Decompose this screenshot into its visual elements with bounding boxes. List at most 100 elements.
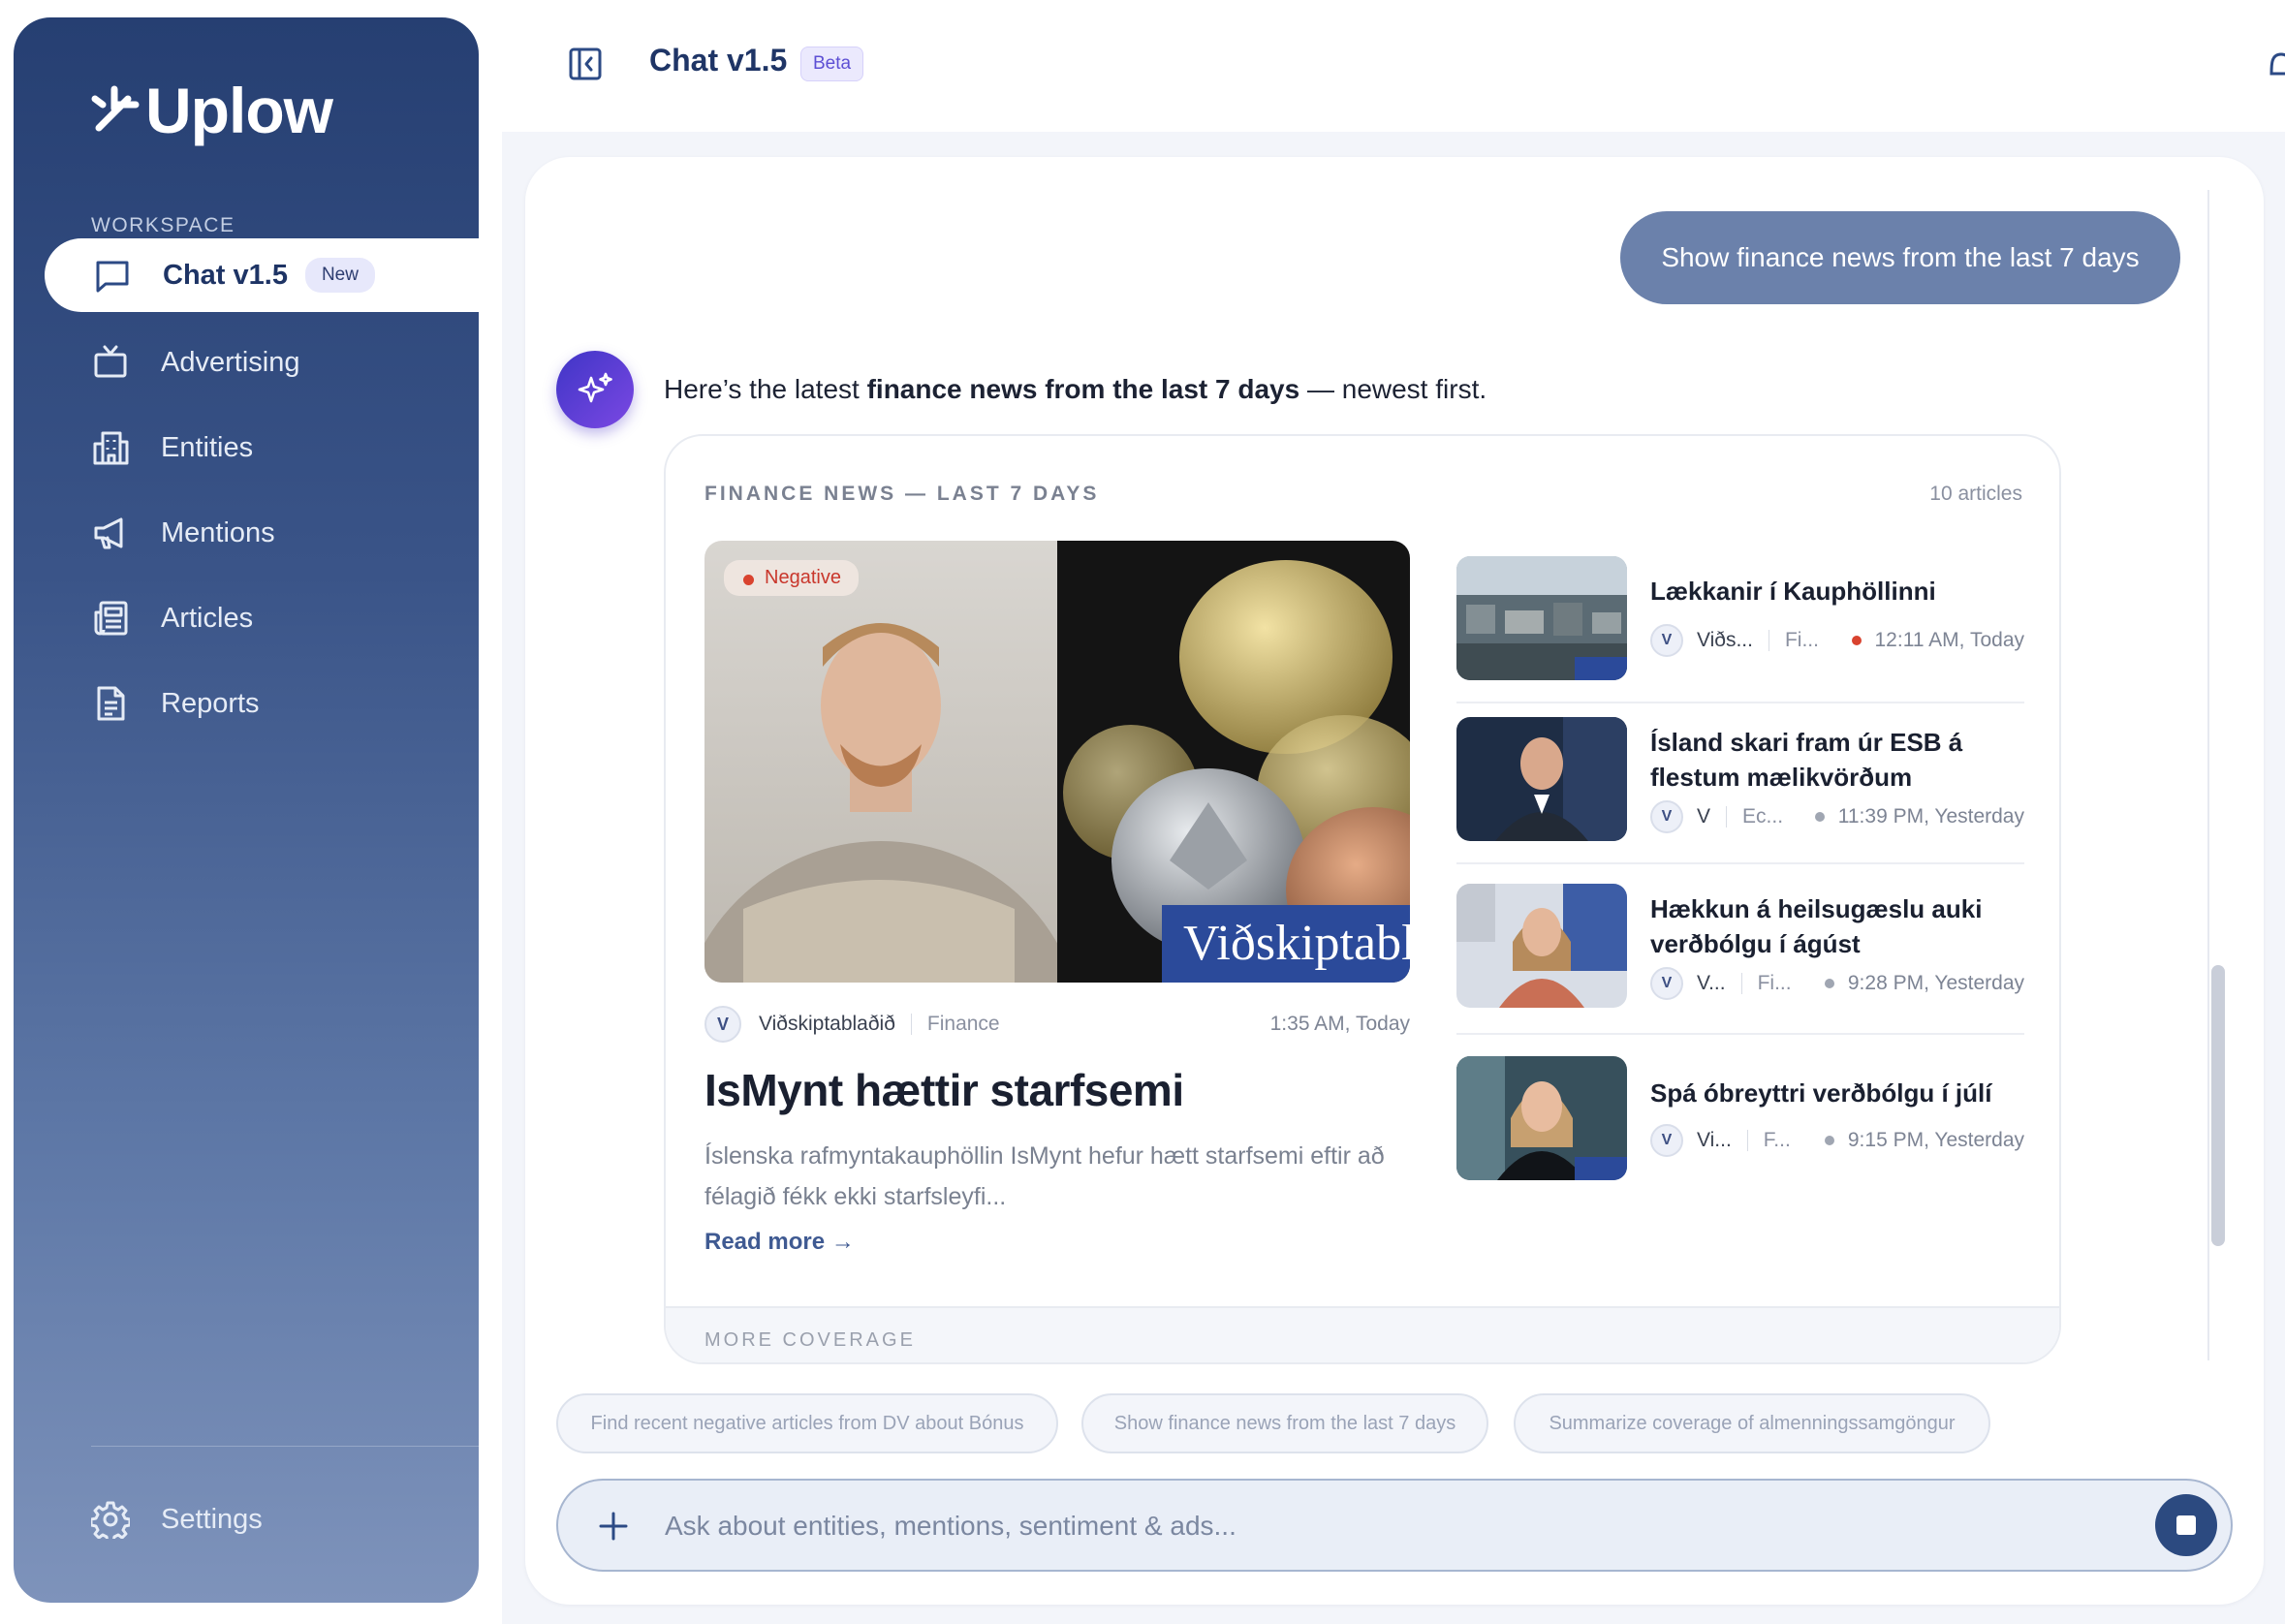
article-meta: V Vi... F... 9:15 PM, Yesterday [1650,1124,2024,1157]
article-thumbnail [1456,556,1627,680]
chat-input[interactable] [665,1500,2070,1552]
status-dot [1814,812,1825,822]
sidebar-item-settings[interactable]: Settings [91,1483,263,1556]
status-dot [1824,1136,1834,1145]
portrait-woman-image [1456,1056,1627,1180]
tv-icon [94,345,127,378]
source-avatar: V [704,1006,741,1043]
ai-message-intro: Here’s the latest [664,374,867,404]
sidebar-item-chat[interactable]: Chat v1.5 New [45,238,479,312]
timestamp: 9:15 PM, Yesterday [1824,1129,2024,1152]
finance-news-card: FINANCE NEWS — LAST 7 DAYS 10 articles N… [664,434,2061,1364]
collapse-sidebar-icon[interactable] [568,47,603,81]
sidebar-item-reports[interactable]: Reports [91,667,260,740]
category: F... [1763,1129,1791,1151]
ai-message: Here’s the latest finance news from the … [664,374,1487,405]
meta-separator [910,1014,912,1035]
list-item[interactable]: Hækkun á heilsugæslu auki verðbólgu í ág… [1456,884,2024,1010]
new-badge: New [304,258,375,293]
sidebar-item-label: Reports [161,687,260,719]
logo-icon [91,85,140,132]
brand-name: Uplow [145,75,333,146]
timestamp-text: 9:15 PM, Yesterday [1847,1129,2024,1151]
sidebar-item-advertising[interactable]: Advertising [91,326,299,399]
source-avatar: V [1650,624,1683,657]
timestamp-text: 12:11 AM, Today [1874,629,2025,651]
article-count: 10 articles [1929,483,2022,505]
meta-separator [1746,1130,1748,1151]
ai-avatar [556,351,634,428]
sidebar-item-label: Articles [161,602,254,634]
portrait-man-image [1456,717,1627,841]
top-header: Chat v1.5 Beta [479,0,2285,132]
sidebar-divider [91,1446,479,1447]
document-icon [97,686,125,721]
gear-icon [91,1501,130,1539]
city-skyline-image [1456,556,1627,680]
timestamp: 12:11 AM, Today [1851,629,2025,652]
suggestion-chip[interactable]: Show finance news from the last 7 days [1081,1393,1488,1453]
page-title: Chat v1.5 [649,43,788,78]
bell-icon[interactable] [2264,45,2285,83]
list-divider [1456,702,2024,703]
sidebar-item-label: Mentions [161,516,275,548]
category: Finance [926,1013,1000,1035]
status-dot [1851,636,1862,645]
category: Fi... [1757,972,1792,994]
timestamp: 1:35 AM, Today [1269,1013,1410,1035]
ai-message-outro: — newest first. [1299,374,1487,404]
sidebar: Uplow WORKSPACE Chat v1.5 New Advertisin… [14,17,479,1603]
beta-badge: Beta [800,47,864,81]
timestamp: 9:28 PM, Yesterday [1824,972,2024,995]
publisher-watermark: Viðskiptablað [1162,905,1410,983]
sidebar-item-mentions[interactable]: Mentions [91,496,275,570]
list-item[interactable]: Spá óbreyttri verðbólgu í júlí V Vi... F… [1456,1056,2024,1182]
category: Ec... [1742,805,1784,828]
read-more-link[interactable]: Read more → [704,1229,855,1256]
list-item[interactable]: Ísland skari fram úr ESB á flestum mælik… [1456,717,2024,843]
stop-icon [2176,1515,2196,1535]
source-avatar: V [1650,800,1683,833]
brand-logo[interactable]: Uplow [89,74,333,147]
source-name: V [1697,805,1711,828]
source-name: V... [1697,972,1726,994]
stop-button[interactable] [2155,1494,2217,1556]
featured-headline[interactable]: IsMynt hættir starfsemi [704,1064,1184,1116]
suggestion-chip[interactable]: Summarize coverage of almenningssamgöngu… [1514,1393,1990,1453]
chat-bubble-icon [96,261,129,293]
list-item[interactable]: Lækkanir í Kauphöllinni V Viðs... Fi... … [1456,556,2024,682]
article-meta: V Viðs... Fi... 12:11 AM, Today [1650,624,2024,657]
sentiment-badge: Negative [724,560,859,596]
scrollbar-thumb[interactable] [2211,965,2225,1246]
article-headline: Hækkun á heilsugæslu auki verðbólgu í ág… [1650,894,1983,958]
sidebar-item-label: Advertising [161,346,300,378]
sidebar-item-entities[interactable]: Entities [91,411,253,484]
timestamp: 11:39 PM, Yesterday [1814,805,2024,828]
article-thumbnail [1456,884,1627,1008]
list-divider [1456,862,2024,864]
suggestion-chip[interactable]: Find recent negative articles from DV ab… [556,1393,1058,1453]
featured-article-meta: V Viðskiptablaðið Finance 1:35 AM, Today [704,1006,1410,1043]
meta-separator [1726,806,1728,828]
settings-label: Settings [161,1503,263,1535]
sidebar-item-articles[interactable]: Articles [91,581,253,655]
meta-separator [1740,973,1742,994]
source-avatar: V [1650,1124,1683,1157]
timestamp-text: 9:28 PM, Yesterday [1847,972,2024,994]
news-card-title: FINANCE NEWS — LAST 7 DAYS [704,483,1100,505]
user-message: Show finance news from the last 7 days [1620,211,2180,304]
category: Fi... [1784,629,1819,651]
plus-icon[interactable] [597,1510,630,1543]
article-meta: V V Ec... 11:39 PM, Yesterday [1650,800,2024,833]
article-headline: Ísland skari fram úr ESB á flestum mælik… [1650,728,1963,792]
source-name: Viðskiptablaðið [759,1013,895,1035]
more-coverage-section: MORE COVERAGE [666,1306,2059,1362]
featured-article-image[interactable]: Negative Viðskiptablað [704,541,1410,983]
article-thumbnail [1456,717,1627,841]
featured-excerpt: Íslenska rafmyntakauphöllin IsMynt hefur… [704,1142,1385,1210]
workspace-label: WORKSPACE [91,214,235,236]
list-divider [1456,1033,2024,1035]
article-headline: Lækkanir í Kauphöllinni [1650,577,1936,606]
status-dot [1824,979,1834,988]
chat-input-bar [556,1479,2233,1572]
